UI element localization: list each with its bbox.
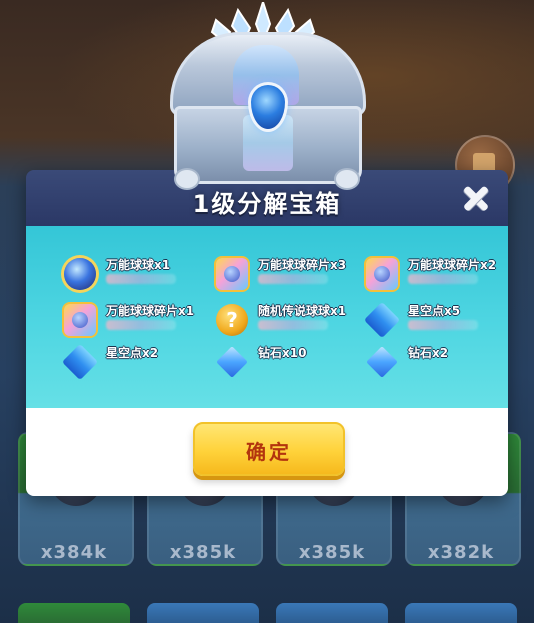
ball-fragment-icon [362,254,402,294]
inventory-tile [147,603,259,623]
reward-detail [106,274,176,284]
inventory-tile [18,603,130,623]
inventory-count: x385k [298,542,366,563]
chest-foot [174,168,200,190]
diamond-icon [212,342,252,382]
inventory-tile [276,603,388,623]
diamond-icon [362,342,402,382]
star-point-icon [60,342,100,382]
inventory-count: x384k [40,542,108,563]
inventory-count: x385k [169,542,237,563]
confirm-button[interactable]: 确定 [193,422,345,476]
reward-detail [106,320,176,330]
decompose-chest-dialog: 1级分解宝箱 万能球球x1 万能球球碎片x3 万能球球碎片x2 万能球球碎片x1… [26,170,508,496]
reward-item: 星空点x2 [60,342,210,386]
reward-name: 钻石x2 [408,346,449,360]
reward-name: 星空点x2 [106,346,159,360]
reward-name: 万能球球碎片x3 [258,258,347,272]
reward-detail [258,320,328,330]
universal-ball-icon [60,254,100,294]
reward-detail [408,320,478,330]
reward-name: 万能球球碎片x1 [106,304,195,318]
reward-item: 星空点x5 [362,300,508,344]
reward-panel: 万能球球x1 万能球球碎片x3 万能球球碎片x2 万能球球碎片x1 随机 [26,226,508,408]
reward-item: 万能球球x1 [60,254,210,298]
reward-item: 万能球球碎片x1 [60,300,210,344]
star-point-icon [362,300,402,340]
reward-item: 随机传说球球x1 [212,300,362,344]
reward-detail [408,274,478,284]
confirm-label: 确定 [246,440,292,464]
inventory-tile [405,603,517,623]
reward-name: 星空点x5 [408,304,461,318]
reward-item: 万能球球碎片x2 [362,254,508,298]
close-button[interactable] [458,180,494,216]
reward-name: 随机传说球球x1 [258,304,347,318]
dialog-footer: 确定 [26,408,508,496]
reward-name: 钻石x10 [258,346,307,360]
ball-fragment-icon [60,300,100,340]
treasure-chest-icon [160,0,370,190]
reward-list[interactable]: 万能球球x1 万能球球碎片x3 万能球球碎片x2 万能球球碎片x1 随机 [26,226,508,408]
chest-foot [334,168,360,190]
mystery-ball-icon [212,300,252,340]
reward-item: 钻石x2 [362,342,508,386]
inventory-count: x382k [427,542,495,563]
ball-fragment-icon [212,254,252,294]
reward-detail [258,274,328,284]
reward-name: 万能球球碎片x2 [408,258,497,272]
reward-item: 万能球球碎片x3 [212,254,362,298]
reward-item: 钻石x10 [212,342,362,386]
reward-name: 万能球球x1 [106,258,171,272]
